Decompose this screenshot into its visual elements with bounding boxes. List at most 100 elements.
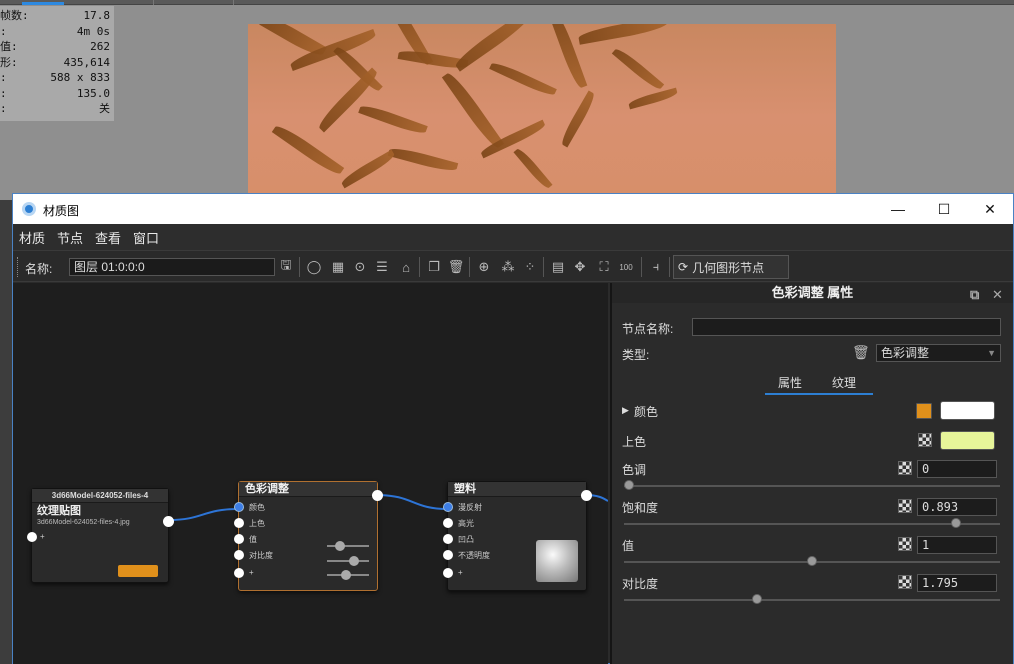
contrast-slider-track[interactable]: [624, 599, 1000, 601]
texture-output-port[interactable]: [163, 516, 174, 527]
minimize-button[interactable]: —: [875, 194, 921, 224]
save-icon[interactable]: 🖫: [277, 257, 295, 276]
color-adjust-port-add[interactable]: [234, 568, 244, 578]
tint-texture-icon[interactable]: [918, 433, 932, 447]
close-panel-icon[interactable]: ✕: [992, 285, 1003, 305]
color-adjust-output-port[interactable]: [372, 490, 383, 501]
saturation-field[interactable]: 0.893: [917, 498, 997, 516]
color-adjust-port-contrast[interactable]: [234, 550, 244, 560]
color-adjust-port-label: 对比度: [249, 551, 273, 560]
material-output-port[interactable]: [581, 490, 592, 501]
stats-value: 262: [90, 40, 110, 53]
contrast-texture-icon[interactable]: [898, 575, 912, 589]
contrast-field[interactable]: 1.795: [917, 574, 997, 592]
window-title: 材质图: [43, 204, 80, 218]
material-port-bump[interactable]: [443, 534, 453, 544]
value-texture-icon[interactable]: [898, 537, 912, 551]
lock-icon[interactable]: ⌂: [397, 258, 415, 276]
color-label: 颜色: [634, 405, 659, 419]
chevron-down-icon: ▼: [987, 348, 996, 358]
saturation-texture-icon[interactable]: [898, 499, 912, 513]
name-field[interactable]: 图层 01:0:0:0: [69, 258, 275, 276]
window-titlebar[interactable]: 材质图 — ☐ ✕: [13, 194, 1013, 224]
menu-node[interactable]: 节点: [57, 228, 83, 247]
material-preview-sphere: [536, 540, 578, 582]
float-panel-icon[interactable]: ⧉: [970, 285, 979, 305]
node-wires: [168, 494, 608, 521]
material-port-label: 凹凸: [458, 535, 474, 544]
viewport-tab[interactable]: [154, 0, 234, 5]
wire-texture-to-color: [168, 508, 239, 521]
hue-texture-icon[interactable]: [898, 461, 912, 475]
contrast-label: 对比度: [622, 577, 659, 591]
material-port-add[interactable]: [443, 568, 453, 578]
color-adjust-port-tint[interactable]: [234, 518, 244, 528]
stats-label: :: [0, 102, 7, 115]
material-port-specular[interactable]: [443, 518, 453, 528]
menu-material[interactable]: 材质: [19, 228, 45, 247]
render-viewport: 帧数: 17.8: 4m 0s 值: 262 形: 435,614: 588 x 833: 13…: [0, 0, 1014, 200]
color-value-swatch[interactable]: [940, 401, 995, 420]
hue-slider-thumb[interactable]: [624, 480, 634, 490]
type-label: 类型:: [622, 348, 650, 362]
maximize-button[interactable]: ☐: [921, 194, 967, 224]
ungroup-icon[interactable]: ⁘: [521, 258, 539, 276]
material-port-diffuse[interactable]: [443, 502, 453, 512]
node-name-field[interactable]: [692, 318, 1001, 336]
properties-title: 色彩调整 属性: [771, 285, 854, 300]
toolbar-grip[interactable]: [17, 257, 20, 277]
texture-input-port[interactable]: [27, 532, 37, 542]
saturation-slider-thumb[interactable]: [950, 518, 961, 528]
add-node-icon[interactable]: ⊕: [475, 258, 493, 276]
checker-icon[interactable]: ▦: [329, 258, 347, 276]
color-accent-swatch[interactable]: [916, 403, 932, 419]
leaf-shape: [387, 145, 459, 174]
expand-triangle-icon[interactable]: ▶: [622, 405, 629, 416]
value-slider-thumb[interactable]: [807, 556, 817, 566]
sliders-icon[interactable]: ☰: [373, 258, 391, 276]
type-select[interactable]: 色彩调整 ▼: [876, 344, 1001, 362]
name-label: 名称:: [25, 262, 53, 276]
zoom-100-icon[interactable]: 100: [617, 258, 635, 276]
tab-texture[interactable]: 纹理: [832, 374, 856, 391]
color-adjust-port-value[interactable]: [234, 534, 244, 544]
delete-icon[interactable]: 🗑: [447, 258, 465, 276]
sphere-preview-icon[interactable]: ◯: [305, 258, 323, 276]
delete-type-icon[interactable]: 🗑: [852, 344, 870, 361]
duplicate-icon[interactable]: ❐: [425, 258, 443, 276]
leaf-shape: [577, 24, 669, 45]
plastic-material-node[interactable]: 塑料 漫反射 高光 凹凸 不透明度 +: [443, 481, 592, 591]
node-name-label: 节点名称:: [622, 322, 674, 336]
stats-row: : 588 x 833: [0, 70, 110, 86]
fit-view-icon[interactable]: ⛶: [595, 258, 613, 276]
color-adjust-port-color[interactable]: [234, 502, 244, 512]
group-icon[interactable]: ⁂: [499, 258, 517, 276]
saturation-slider-track[interactable]: [624, 523, 1000, 525]
properties-header: 色彩调整 属性 ⧉ ✕: [612, 283, 1013, 303]
tint-value-swatch[interactable]: [940, 431, 995, 450]
contrast-slider-thumb[interactable]: [752, 594, 763, 604]
layout-icon[interactable]: ▤: [549, 258, 567, 276]
hue-slider-track[interactable]: [624, 485, 1000, 487]
hue-field[interactable]: 0: [917, 460, 997, 478]
material-node-title: 塑料: [448, 482, 586, 497]
play-icon[interactable]: ⊙: [351, 258, 369, 276]
stats-label: :: [0, 71, 7, 84]
geometry-node-button[interactable]: ⟳ 几何图形节点: [673, 255, 789, 279]
value-field[interactable]: 1: [917, 536, 997, 554]
split-icon[interactable]: ⫞: [647, 258, 665, 276]
texture-swatch: [118, 565, 158, 577]
node-graph-canvas[interactable]: 3d66Model-624052-files-4 纹理贴图 3d66Model-…: [13, 283, 608, 664]
saturation-label: 饱和度: [622, 501, 659, 515]
color-adjust-port-label: +: [249, 568, 254, 577]
material-port-opacity[interactable]: [443, 550, 453, 560]
material-port-label: 高光: [458, 519, 474, 528]
color-adjust-node[interactable]: 色彩调整 颜色 上色 值 对比度 +: [234, 481, 383, 591]
stats-label: 帧数:: [0, 9, 29, 22]
menu-window[interactable]: 窗口: [133, 228, 159, 247]
focus-icon[interactable]: ✥: [571, 258, 589, 276]
texture-node[interactable]: 3d66Model-624052-files-4 纹理贴图 3d66Model-…: [27, 488, 174, 583]
menu-view[interactable]: 查看: [95, 228, 121, 247]
tab-properties[interactable]: 属性: [778, 374, 802, 391]
close-button[interactable]: ✕: [967, 194, 1013, 224]
